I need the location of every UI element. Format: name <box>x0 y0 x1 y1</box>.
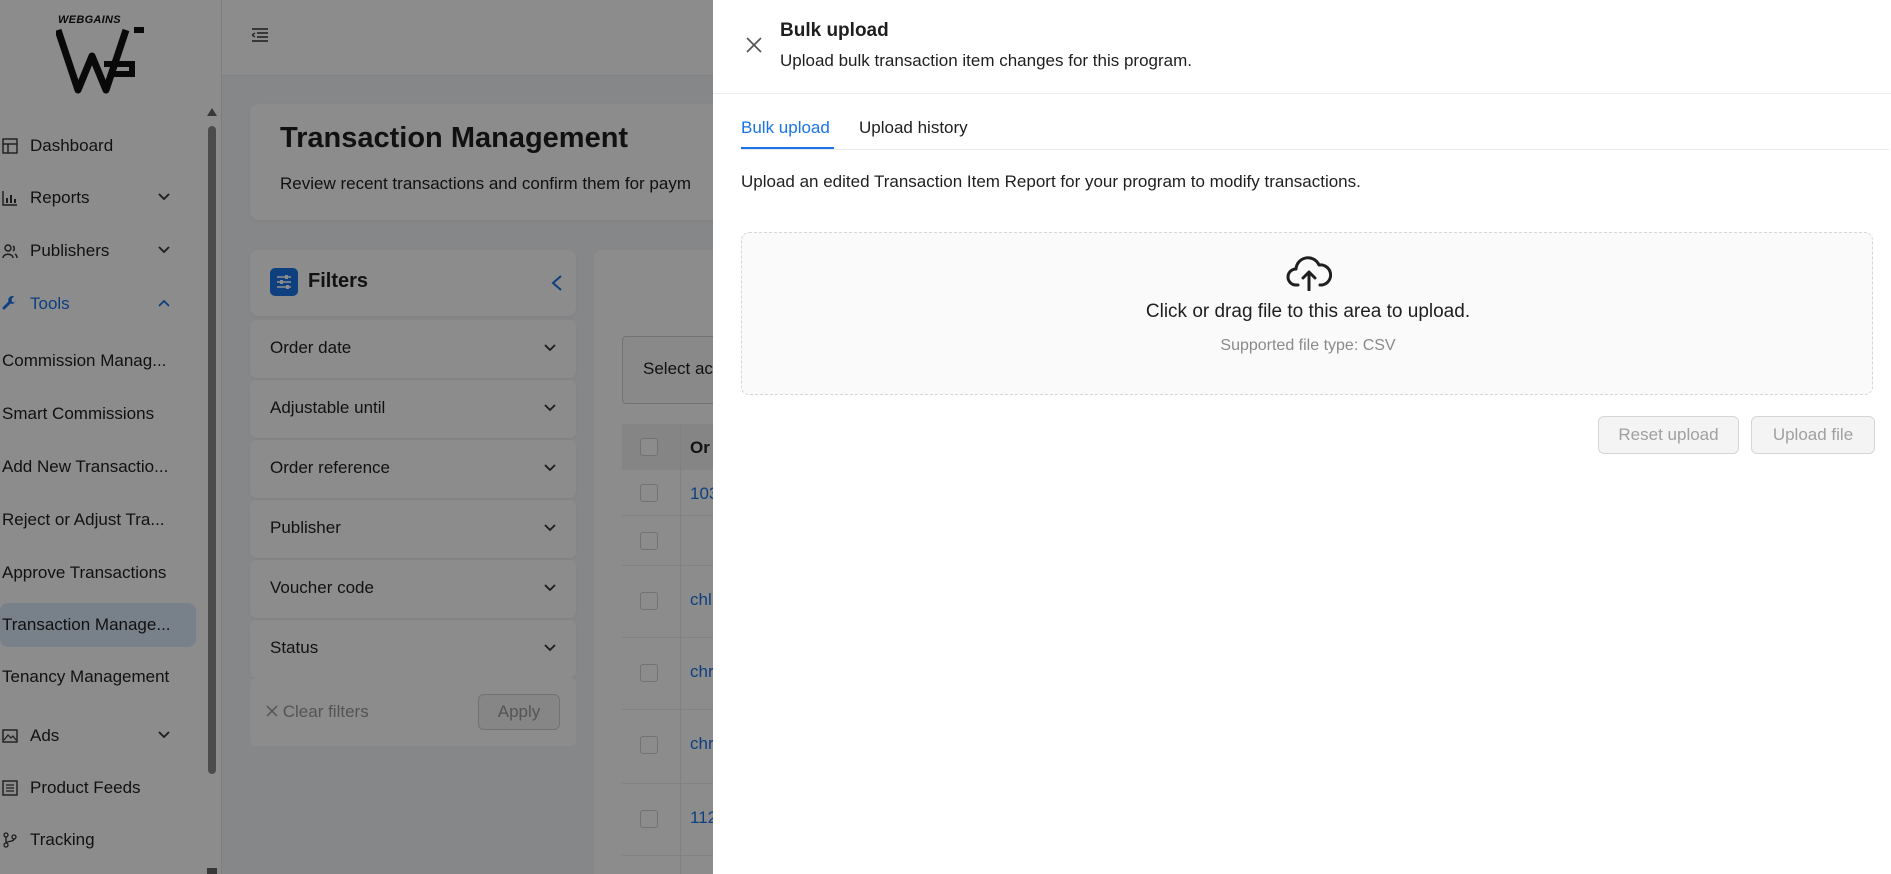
drawer-header: Bulk upload Upload bulk transaction item… <box>713 0 1891 94</box>
drawer-title: Bulk upload <box>780 20 889 41</box>
reset-upload-button[interactable]: Reset upload <box>1598 416 1739 454</box>
bulk-upload-drawer: Bulk upload Upload bulk transaction item… <box>713 0 1891 874</box>
cloud-upload-icon <box>1286 256 1332 291</box>
upload-instructions: Upload an edited Transaction Item Report… <box>741 172 1361 191</box>
tab-bulk-upload[interactable]: Bulk upload <box>741 118 830 138</box>
close-icon[interactable] <box>745 36 763 54</box>
drawer-subtitle: Upload bulk transaction item changes for… <box>780 51 1192 70</box>
dropzone-hint: Supported file type: CSV <box>1220 337 1396 354</box>
tab-upload-history[interactable]: Upload history <box>859 118 968 138</box>
upload-file-button[interactable]: Upload file <box>1751 416 1875 454</box>
active-tab-indicator <box>741 147 834 149</box>
dropzone-text: Click or drag file to this area to uploa… <box>1145 301 1471 322</box>
modal-overlay[interactable] <box>0 0 713 874</box>
drawer-tabs: Bulk upload Upload history <box>741 114 1889 150</box>
file-dropzone[interactable]: Click or drag file to this area to uploa… <box>741 232 1873 395</box>
